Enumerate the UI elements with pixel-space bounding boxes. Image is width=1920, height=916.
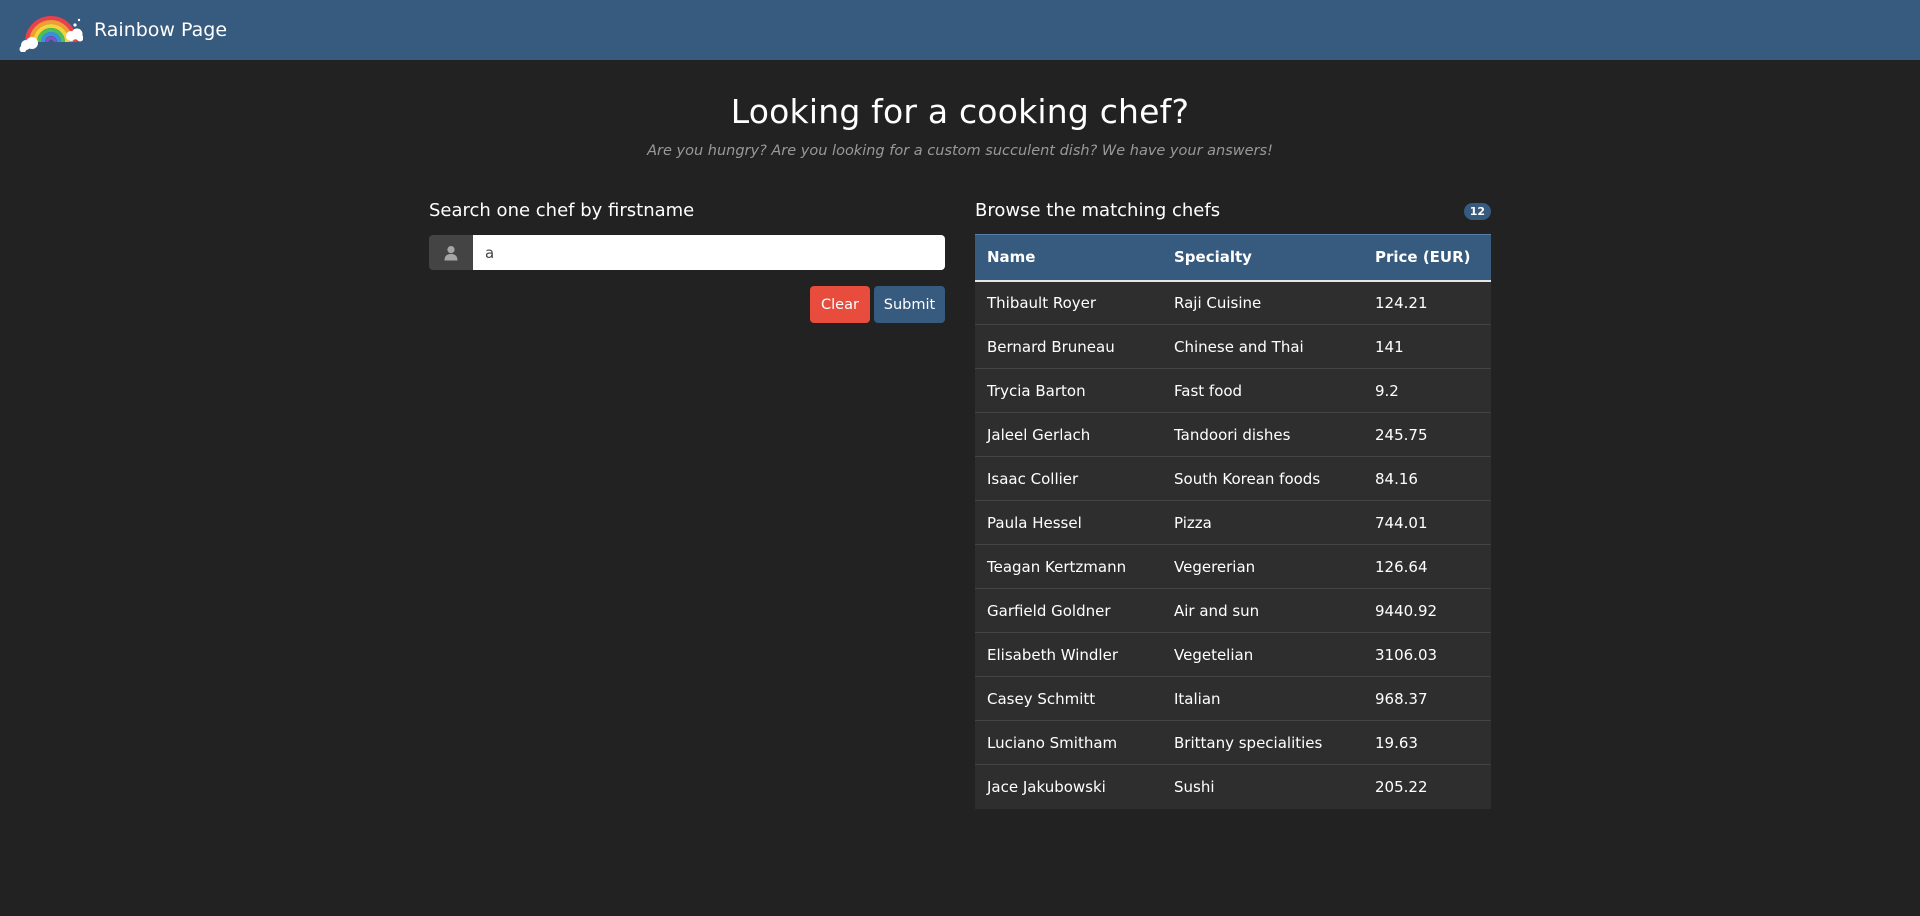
cell-specialty: Pizza	[1162, 500, 1363, 545]
column-header-name: Name	[975, 234, 1162, 282]
results-panel: Browse the matching chefs 12 Name Specia…	[975, 200, 1491, 809]
cell-name: Thibault Royer	[987, 293, 1097, 312]
cell-specialty: Raji Cuisine	[1174, 293, 1262, 312]
submit-button[interactable]: Submit	[874, 286, 945, 323]
column-header-price: Price (EUR)	[1363, 234, 1491, 282]
cell-price: 968.37	[1363, 676, 1491, 721]
table-row: Paula Hessel Pizza 744.01	[975, 500, 1491, 545]
table-row: Isaac Collier South Korean foods 84.16	[975, 456, 1491, 501]
table-row: Bernard Bruneau Chinese and Thai 141	[975, 324, 1491, 369]
search-input-group	[429, 235, 945, 270]
cell-price: 3106.03	[1363, 632, 1491, 677]
table-row: Garfield Goldner Air and sun 9440.92	[975, 588, 1491, 633]
cell-price: 245.75	[1363, 412, 1491, 457]
page-title: Looking for a cooking chef?	[730, 92, 1190, 131]
table-row: Luciano Smitham Brittany specialities 19…	[975, 720, 1491, 765]
input-addon	[429, 235, 473, 270]
cell-name: Paula Hessel	[975, 500, 1162, 545]
brand-link[interactable]: Rainbow Page	[19, 8, 227, 52]
cell-price: 84.16	[1363, 456, 1491, 501]
cell-name: Jaleel Gerlach	[975, 412, 1162, 457]
cell-name: Teagan Kertzmann	[975, 544, 1162, 589]
table-row: Jace Jakubowski Sushi 205.22	[975, 764, 1491, 809]
cell-name: Isaac Collier	[975, 456, 1162, 501]
search-panel: Search one chef by firstname Clear Submi…	[429, 200, 945, 323]
cell-name: Luciano Smitham	[975, 720, 1162, 765]
cell-price: 744.01	[1363, 500, 1491, 545]
cell-specialty: Vegetelian	[1162, 632, 1363, 677]
results-heading: Browse the matching chefs	[975, 200, 1221, 221]
cell-name: Trycia Barton	[975, 368, 1162, 413]
cell-specialty: Vegererian	[1162, 544, 1363, 589]
cell-price: 19.63	[1363, 720, 1491, 765]
cell-price: 126.64	[1363, 544, 1491, 589]
cell-name: Garfield Goldner	[975, 588, 1162, 633]
brand-text: Rainbow Page	[94, 19, 228, 41]
table-row: Jaleel Gerlach Tandoori dishes 245.75	[975, 412, 1491, 457]
cell-price: 141	[1363, 324, 1491, 369]
cell-specialty: Brittany specialities	[1162, 720, 1363, 765]
column-header-specialty: Specialty	[1162, 234, 1363, 282]
cell-price: 124.21	[1375, 293, 1428, 312]
cell-specialty: Tandoori dishes	[1162, 412, 1363, 457]
cell-specialty: Italian	[1162, 676, 1363, 721]
table-row: Teagan Kertzmann Vegererian 126.64	[975, 544, 1491, 589]
results-count-badge: 12	[1463, 203, 1491, 220]
cell-price: 9.2	[1363, 368, 1491, 413]
table-row: Thibault Royer Raji Cuisine 124.21	[975, 280, 1491, 325]
search-heading: Search one chef by firstname	[429, 200, 695, 221]
cell-specialty: South Korean foods	[1162, 456, 1363, 501]
cell-name: Jace Jakubowski	[975, 764, 1162, 809]
rainbow-logo-icon	[19, 16, 83, 52]
cell-specialty: Fast food	[1162, 368, 1363, 413]
cell-specialty: Air and sun	[1162, 588, 1363, 633]
page-subtitle: Are you hungry? Are you looking for a cu…	[647, 143, 1273, 159]
table-row: Casey Schmitt Italian 968.37	[975, 676, 1491, 721]
cell-price: 205.22	[1363, 764, 1491, 809]
cell-name: Elisabeth Windler	[975, 632, 1162, 677]
table-row: Trycia Barton Fast food 9.2	[975, 368, 1491, 413]
cell-name: Bernard Bruneau	[975, 324, 1162, 369]
cell-specialty: Chinese and Thai	[1162, 324, 1363, 369]
cell-price: 9440.92	[1363, 588, 1491, 633]
firstname-search-input[interactable]	[473, 235, 945, 270]
table-row: Elisabeth Windler Vegetelian 3106.03	[975, 632, 1491, 677]
user-icon	[444, 245, 458, 260]
cell-specialty: Sushi	[1162, 764, 1363, 809]
top-navbar: Rainbow Page	[0, 0, 1920, 60]
clear-button[interactable]: Clear	[810, 286, 870, 323]
cell-name: Casey Schmitt	[975, 676, 1162, 721]
chefs-table: Name Specialty Price (EUR) Thibault Roye…	[975, 234, 1491, 809]
table-header-row: Name Specialty Price (EUR)	[975, 234, 1491, 282]
